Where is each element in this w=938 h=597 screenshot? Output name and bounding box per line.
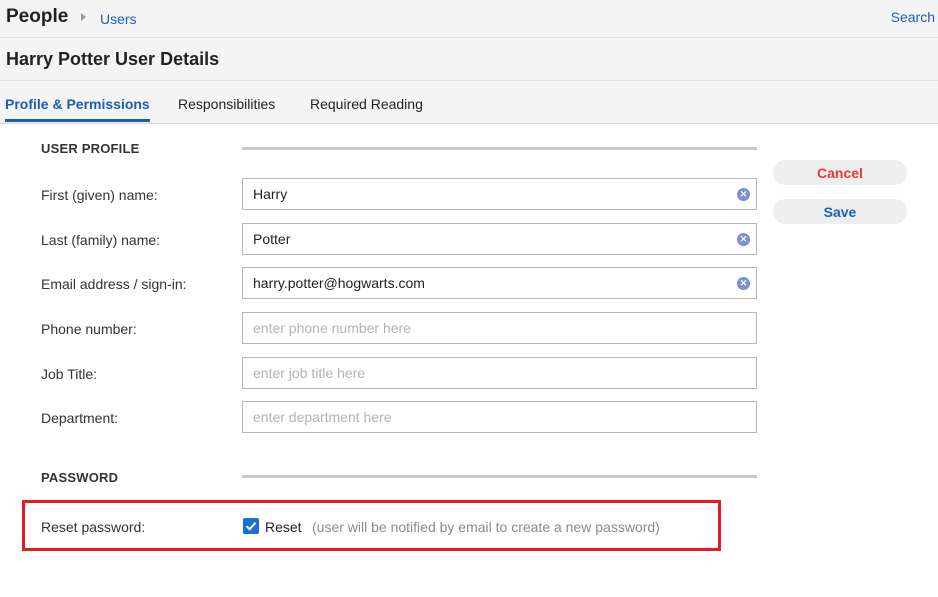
department-label: Department:	[41, 410, 119, 426]
page-title: Harry Potter User Details	[6, 49, 220, 69]
first-name-input[interactable]	[253, 179, 723, 209]
clear-icon[interactable]: ✕	[737, 233, 750, 246]
last-name-input[interactable]	[253, 224, 723, 254]
checkmark-icon	[245, 522, 257, 531]
phone-label: Phone number:	[41, 321, 137, 337]
phone-field	[242, 312, 757, 344]
user-profile-heading: USER PROFILE	[41, 141, 140, 156]
reset-password-label: Reset password:	[41, 519, 146, 535]
email-input[interactable]	[253, 268, 723, 298]
tab-responsibilities[interactable]: Responsibilities	[178, 96, 275, 112]
breadcrumb-users-link[interactable]: Users	[100, 11, 137, 27]
save-button[interactable]: Save	[773, 199, 907, 224]
title-bar: Harry Potter User Details	[0, 38, 938, 81]
top-bar: People Users Search	[0, 0, 938, 38]
section-divider	[242, 475, 757, 478]
reset-option-label[interactable]: Reset	[265, 519, 302, 535]
app-title: People	[6, 6, 69, 27]
reset-password-checkbox[interactable]	[243, 518, 259, 534]
search-link[interactable]: Search	[891, 9, 935, 25]
active-tab-indicator	[5, 119, 150, 122]
job-title-field	[242, 357, 757, 389]
email-field: ✕	[242, 267, 757, 299]
tab-profile-permissions[interactable]: Profile & Permissions	[5, 96, 150, 112]
section-divider	[242, 147, 757, 150]
reset-hint-text: (user will be notified by email to creat…	[312, 519, 660, 535]
last-name-label: Last (family) name:	[41, 232, 161, 248]
tab-required-reading[interactable]: Required Reading	[310, 96, 423, 112]
first-name-field: ✕	[242, 178, 757, 210]
department-input[interactable]	[253, 402, 723, 432]
breadcrumb-arrow-icon	[81, 13, 86, 21]
cancel-button[interactable]: Cancel	[773, 160, 907, 185]
last-name-field: ✕	[242, 223, 757, 255]
job-title-input[interactable]	[253, 358, 723, 388]
first-name-label: First (given) name:	[41, 187, 158, 203]
email-label: Email address / sign-in:	[41, 276, 187, 292]
clear-icon[interactable]: ✕	[737, 277, 750, 290]
clear-icon[interactable]: ✕	[737, 188, 750, 201]
password-heading: PASSWORD	[41, 470, 119, 485]
phone-input[interactable]	[253, 313, 723, 343]
department-field	[242, 401, 757, 433]
job-title-label: Job Title:	[41, 366, 98, 382]
tab-bar: Profile & Permissions Responsibilities R…	[0, 81, 938, 124]
